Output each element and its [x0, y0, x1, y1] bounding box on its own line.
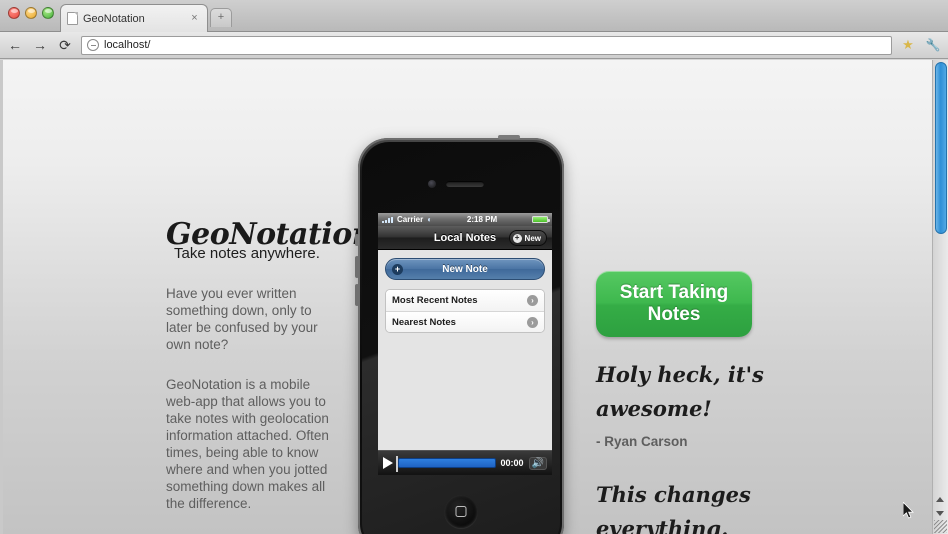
new-note-button-label: New Note [442, 263, 488, 275]
address-bar[interactable]: localhost/ [81, 35, 892, 55]
ios-status-bar: Carrier ◐ 2:18 PM [378, 213, 552, 226]
chevron-right-icon: › [527, 316, 538, 328]
testimonial-1: Holy heck, it's awesome! - Ryan Carson [596, 358, 826, 449]
app-content: + New Note Most Recent Notes › Nearest N… [378, 250, 552, 475]
tab-strip: GeoNotation × + [0, 0, 948, 32]
zoom-window-button[interactable] [42, 7, 54, 19]
bookmark-star-icon[interactable]: ★ [899, 36, 917, 54]
wifi-icon: ◐ [427, 215, 433, 224]
play-icon[interactable] [383, 457, 393, 469]
list-item[interactable]: Most Recent Notes › [386, 290, 544, 311]
plus-icon: + [392, 264, 403, 275]
volume-down-button [355, 284, 359, 306]
silent-switch [355, 234, 359, 246]
new-tab-button[interactable]: + [210, 8, 232, 27]
browser-toolbar: ← → ⟳ localhost/ ★ 🔧 [0, 32, 948, 59]
scroll-up-icon[interactable] [936, 497, 944, 502]
app-nav-bar: Local Notes + New [378, 226, 552, 250]
carrier-label: Carrier [397, 215, 424, 224]
reload-icon[interactable]: ⟳ [56, 36, 74, 54]
audio-player-bar: 00:00 🔊 [378, 450, 552, 475]
status-time: 2:18 PM [466, 215, 498, 224]
browser-window: GeoNotation × + ← → ⟳ localhost/ ★ 🔧 Geo… [0, 0, 948, 534]
list-item-label: Most Recent Notes [392, 295, 478, 306]
power-button [498, 135, 520, 139]
close-icon[interactable]: × [188, 12, 201, 25]
list-item-label: Nearest Notes [392, 316, 456, 328]
notes-list: Most Recent Notes › Nearest Notes › [385, 289, 545, 333]
page-icon [67, 12, 78, 25]
globe-icon [87, 39, 99, 51]
minimize-window-button[interactable] [25, 7, 37, 19]
app-title: Local Notes [433, 231, 497, 244]
quote-text: This changes everything. [596, 482, 751, 534]
scroll-down-icon[interactable] [936, 511, 944, 516]
iphone-mockup: Carrier ◐ 2:18 PM Local Notes + New + Ne… [355, 135, 564, 534]
browser-tab[interactable]: GeoNotation × [60, 4, 208, 32]
new-note-button[interactable]: + New Note [385, 258, 545, 280]
window-controls [8, 7, 54, 19]
page-viewport: GeoNotation Take notes anywhere. Have yo… [0, 60, 948, 534]
page-left-edge [0, 60, 3, 534]
forward-icon[interactable]: → [31, 36, 49, 54]
quote-author: - Ryan Carson [596, 434, 688, 449]
testimonial-2: This changes everything. - Nick Pettit [596, 478, 826, 534]
battery-icon [532, 216, 550, 223]
chevron-right-icon: › [527, 295, 538, 306]
player-time: 00:00 [500, 458, 524, 468]
wrench-menu-icon[interactable]: 🔧 [924, 36, 942, 54]
progress-slider[interactable] [396, 456, 496, 472]
new-note-nav-button[interactable]: + New [508, 230, 547, 246]
vertical-scrollbar[interactable] [932, 60, 948, 534]
phone-screen: Carrier ◐ 2:18 PM Local Notes + New + Ne… [378, 213, 552, 475]
tagline: Take notes anywhere. [174, 245, 320, 262]
speaker-icon[interactable]: 🔊 [528, 456, 547, 470]
phone-glass: Carrier ◐ 2:18 PM Local Notes + New + Ne… [362, 142, 560, 534]
signal-bars-icon [382, 216, 393, 223]
mouse-cursor [903, 502, 914, 519]
intro-paragraph-1: Have you ever written something down, on… [166, 286, 318, 352]
earpiece-speaker [446, 181, 484, 187]
tab-title: GeoNotation [83, 12, 145, 25]
intro-column: GeoNotation Take notes anywhere. Have yo… [166, 220, 374, 512]
intro-paragraph-2: GeoNotation is a mobile web-app that all… [166, 377, 329, 511]
new-note-nav-label: New [524, 233, 541, 243]
volume-up-button [355, 256, 359, 278]
close-window-button[interactable] [8, 7, 20, 19]
scrollbar-thumb[interactable] [935, 62, 947, 234]
front-camera-icon [428, 180, 436, 188]
plus-icon: + [512, 233, 522, 243]
quote-text: Holy heck, it's awesome! [596, 362, 764, 421]
back-icon[interactable]: ← [6, 36, 24, 54]
url-text: localhost/ [104, 39, 151, 51]
home-square-icon [455, 506, 467, 517]
resize-grip[interactable] [934, 520, 947, 533]
start-taking-notes-button[interactable]: Start Taking Notes [596, 271, 752, 337]
home-button[interactable] [444, 495, 478, 528]
list-item[interactable]: Nearest Notes › [386, 311, 544, 332]
